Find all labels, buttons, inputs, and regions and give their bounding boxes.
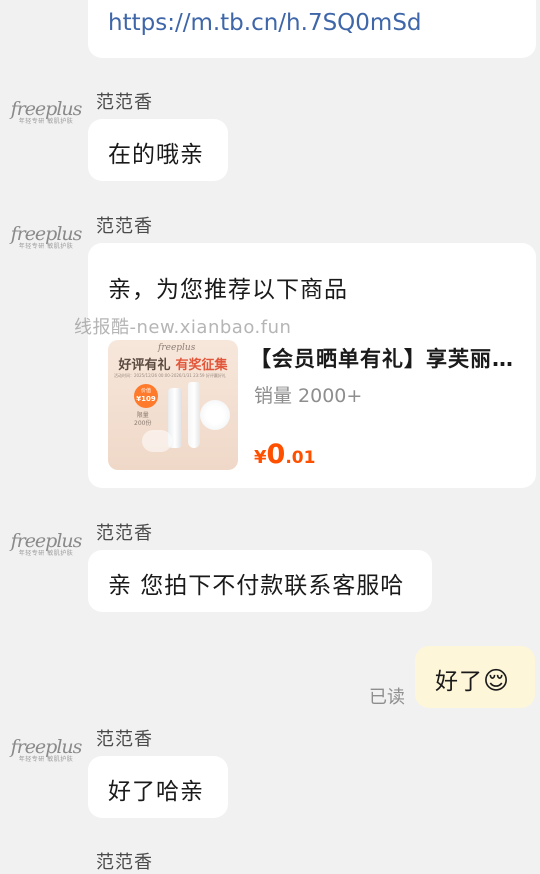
product-price: ¥0.01 bbox=[254, 439, 315, 470]
link-message-bubble: https://m.tb.cn/h.7SQ0mSd bbox=[88, 0, 536, 58]
message-bubble: 亲 您拍下不付款联系客服哈 bbox=[88, 550, 432, 612]
recommend-title: 亲，为您推荐以下商品 bbox=[108, 277, 348, 303]
thumb-subtext: 活动时间：2025/12/26 00:00-2026/1/31 23:59 好评… bbox=[114, 373, 226, 378]
agent-avatar[interactable]: freeplus 年轻专研 敏肌护肤 bbox=[11, 736, 83, 766]
relieved-face-emoji-icon: 😌 bbox=[483, 666, 511, 695]
agent-avatar[interactable]: freeplus 年轻专研 敏肌护肤 bbox=[11, 98, 83, 128]
message-text: 亲 您拍下不付款联系客服哈 bbox=[108, 573, 405, 599]
message-text: 在的哦亲 bbox=[108, 142, 204, 168]
price-decimal: .01 bbox=[285, 448, 316, 468]
thumb-price-badge: 价值 ¥109 bbox=[134, 384, 158, 408]
product-sales: 销量 2000+ bbox=[254, 385, 363, 407]
avatar-tagline: 年轻专研 敏肌护肤 bbox=[18, 550, 74, 557]
thumb-disc-icon bbox=[142, 430, 172, 452]
thumb-tube-icon bbox=[188, 382, 200, 448]
product-link[interactable]: https://m.tb.cn/h.7SQ0mSd bbox=[108, 10, 422, 36]
freeplus-logo-icon: freeplus bbox=[10, 530, 83, 552]
message-bubble: 在的哦亲 bbox=[88, 119, 228, 181]
agent-name: 范范香 bbox=[96, 729, 153, 750]
product-image[interactable]: freeplus 好评有礼 有奖征集 活动时间：2025/12/26 00:00… bbox=[108, 340, 238, 470]
freeplus-logo-icon: freeplus bbox=[10, 98, 83, 120]
message-bubble: 好了哈亲 bbox=[88, 756, 228, 818]
freeplus-logo-icon: freeplus bbox=[10, 223, 83, 245]
user-message-bubble: 好了😌 bbox=[415, 646, 535, 708]
product-card-bubble[interactable]: 亲，为您推荐以下商品 freeplus 好评有礼 有奖征集 活动时间：2025/… bbox=[88, 243, 536, 488]
message-text: 好了😌 bbox=[435, 666, 511, 695]
price-currency: ¥ bbox=[254, 447, 267, 468]
watermark: 线报酷-new.xianbao.fun bbox=[74, 317, 292, 338]
agent-avatar[interactable]: freeplus 年轻专研 敏肌护肤 bbox=[11, 223, 83, 253]
agent-name: 范范香 bbox=[96, 216, 153, 237]
avatar-tagline: 年轻专研 敏肌护肤 bbox=[18, 756, 74, 763]
freeplus-logo-icon: freeplus bbox=[10, 736, 83, 758]
thumb-limit: 限量 200份 bbox=[134, 412, 152, 427]
product-title[interactable]: 【会员晒单有礼】享芙丽… bbox=[250, 343, 520, 373]
agent-name: 范范香 bbox=[96, 852, 153, 873]
avatar-tagline: 年轻专研 敏肌护肤 bbox=[18, 243, 74, 250]
agent-avatar[interactable]: freeplus 年轻专研 敏肌护肤 bbox=[11, 530, 83, 560]
read-status: 已读 bbox=[369, 687, 405, 708]
thumb-headline-a: 好评有礼 bbox=[118, 358, 171, 373]
agent-name: 范范香 bbox=[96, 92, 153, 113]
avatar-tagline: 年轻专研 敏肌护肤 bbox=[18, 118, 74, 125]
price-integer: 0 bbox=[266, 439, 286, 470]
message-text: 好了哈亲 bbox=[108, 779, 204, 805]
agent-name: 范范香 bbox=[96, 523, 153, 544]
thumb-brand: freeplus bbox=[158, 343, 196, 353]
thumb-cream-icon bbox=[200, 400, 230, 430]
thumb-headline-b: 有奖征集 bbox=[175, 358, 228, 373]
